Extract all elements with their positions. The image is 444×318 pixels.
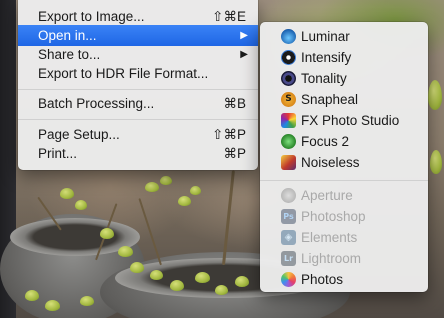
submenu-item-label: Focus 2: [301, 134, 350, 149]
succulent-leaf: [235, 276, 249, 287]
menu-item-label: Share to...: [38, 47, 101, 62]
luminar-icon: [281, 29, 296, 44]
menu-item-label: Print...: [38, 146, 78, 161]
menu-item-print[interactable]: Print... ⌘P: [18, 143, 258, 164]
succulent-leaf: [130, 262, 144, 273]
submenu-item-elements: ◈ Elements: [260, 227, 428, 248]
menu-item-open-in[interactable]: Open in... ▶: [18, 25, 258, 46]
succulent-leaf: [118, 246, 133, 257]
succulent-leaf: [25, 290, 39, 301]
keyboard-shortcut: ⌘P: [223, 146, 246, 161]
tonality-icon: [281, 71, 296, 86]
succulent-leaf: [150, 270, 163, 280]
succulent-leaf: [60, 188, 74, 199]
succulent-leaf: [215, 285, 228, 295]
submenu-item-fx-photo-studio[interactable]: FX Photo Studio: [260, 110, 428, 131]
noiseless-icon: [281, 155, 296, 170]
succulent-leaf: [428, 80, 442, 110]
submenu-item-snapheal[interactable]: S Snapheal: [260, 89, 428, 110]
menu-item-label: Batch Processing...: [38, 96, 155, 111]
focus-2-icon: [281, 134, 296, 149]
menu-item-label: Export to HDR File Format...: [38, 66, 209, 81]
succulent-leaf: [430, 150, 442, 174]
photos-icon: [281, 272, 296, 287]
submenu-item-label: Elements: [301, 230, 358, 245]
succulent-leaf: [178, 196, 191, 206]
menu-item-label: Page Setup...: [38, 127, 120, 142]
submenu-item-label: FX Photo Studio: [301, 113, 400, 128]
submenu-arrow-icon: ▶: [240, 30, 248, 41]
elements-icon: ◈: [281, 230, 296, 245]
keyboard-shortcut: ⇧⌘P: [212, 127, 246, 142]
aperture-icon: [281, 188, 296, 203]
lightroom-icon: Lr: [281, 251, 296, 266]
submenu-item-photos[interactable]: Photos: [260, 269, 428, 290]
menu-item-batch-processing[interactable]: Batch Processing... ⌘B: [18, 93, 258, 114]
submenu-item-label: Aperture: [301, 188, 353, 203]
file-menu: Export to Image... ⇧⌘E Open in... ▶ Shar…: [18, 0, 258, 170]
submenu-item-label: Photos: [301, 272, 344, 287]
submenu-item-label: Intensify: [301, 50, 352, 65]
menu-separator: [18, 89, 258, 90]
menu-separator: [260, 180, 428, 181]
submenu-arrow-icon: ▶: [240, 49, 248, 60]
submenu-item-label: Noiseless: [301, 155, 360, 170]
fx-photo-studio-icon: [281, 113, 296, 128]
submenu-item-focus-2[interactable]: Focus 2: [260, 131, 428, 152]
submenu-item-label: Luminar: [301, 29, 350, 44]
menu-item-export-to-image[interactable]: Export to Image... ⇧⌘E: [18, 6, 258, 27]
submenu-item-label: Photoshop: [301, 209, 366, 224]
snapheal-icon: S: [281, 92, 296, 107]
plant-stem: [222, 170, 235, 266]
open-in-submenu: Luminar Intensify Tonality S Snapheal FX…: [260, 22, 428, 292]
succulent-leaf: [160, 176, 172, 185]
succulent-leaf: [190, 186, 201, 195]
photoshop-icon: Ps: [281, 209, 296, 224]
submenu-item-noiseless[interactable]: Noiseless: [260, 152, 428, 173]
succulent-leaf: [195, 272, 210, 283]
submenu-item-label: Snapheal: [301, 92, 359, 107]
keyboard-shortcut: ⌘B: [223, 96, 246, 111]
menu-item-page-setup[interactable]: Page Setup... ⇧⌘P: [18, 124, 258, 145]
succulent-leaf: [145, 182, 159, 192]
succulent-leaf: [45, 300, 60, 311]
menu-separator: [18, 119, 258, 120]
intensify-icon: [281, 50, 296, 65]
succulent-leaf: [100, 228, 114, 239]
succulent-leaf: [80, 296, 94, 306]
keyboard-shortcut: ⇧⌘E: [212, 9, 246, 24]
menu-item-share-to[interactable]: Share to... ▶: [18, 44, 258, 65]
submenu-item-aperture: Aperture: [260, 185, 428, 206]
submenu-item-label: Tonality: [301, 71, 347, 86]
succulent-leaf: [170, 280, 184, 291]
menu-item-export-to-hdr[interactable]: Export to HDR File Format...: [18, 63, 258, 84]
menu-item-label: Open in...: [38, 28, 97, 43]
submenu-item-photoshop: Ps Photoshop: [260, 206, 428, 227]
submenu-item-intensify[interactable]: Intensify: [260, 47, 428, 68]
succulent-leaf: [75, 200, 87, 210]
menu-item-label: Export to Image...: [38, 9, 145, 24]
submenu-item-lightroom: Lr Lightroom: [260, 248, 428, 269]
submenu-item-luminar[interactable]: Luminar: [260, 26, 428, 47]
submenu-item-label: Lightroom: [301, 251, 362, 266]
submenu-item-tonality[interactable]: Tonality: [260, 68, 428, 89]
